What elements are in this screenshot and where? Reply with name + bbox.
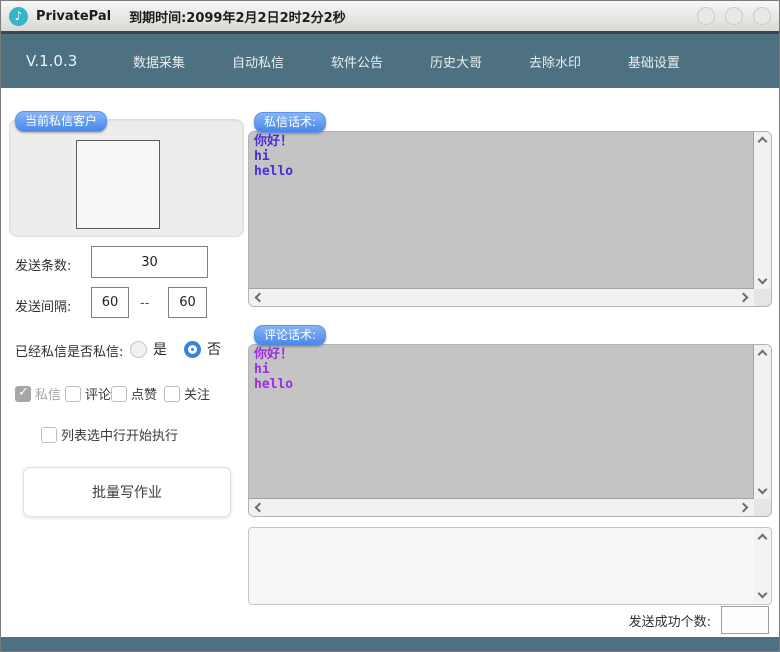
app-title: PrivatePal [36,9,111,24]
dm-script-box: 你好！ hi hello [248,131,772,307]
checkbox-dm-label: 私信 [35,384,61,403]
main-content: 当前私信客户 发送条数: 30 发送间隔: 60 -- 60 已经私信是否私信:… [1,88,779,637]
checkbox-comment-box[interactable] [65,386,81,402]
send-count-label: 发送条数: [15,255,71,274]
checkbox-follow[interactable]: 关注 [164,384,210,403]
footer-bar [1,637,779,651]
nav-item-auto-dm[interactable]: 自动私信 [230,48,286,75]
checkbox-like[interactable]: 点赞 [111,384,157,403]
nav-item-basic-settings[interactable]: 基础设置 [626,48,682,75]
scroll-up-icon[interactable] [757,534,767,544]
checkbox-follow-box[interactable] [164,386,180,402]
success-count-row: 发送成功个数: [629,606,769,634]
radio-no-circle[interactable] [184,341,201,358]
radio-no-label: 否 [207,339,221,359]
checkbox-comment-label: 评论 [85,384,111,403]
checkbox-row-start[interactable]: 列表选中行开始执行 [41,425,178,444]
scroll-down-icon[interactable] [758,485,768,495]
checkbox-like-box[interactable] [111,386,127,402]
version-label: V.1.0.3 [26,34,77,88]
dm-script-label: 私信话术: [254,112,326,133]
nav-item-data-collection[interactable]: 数据采集 [131,48,187,75]
interval-to-input[interactable]: 60 [168,287,207,318]
dm-script-vertical-scrollbar[interactable] [754,132,771,289]
scroll-up-icon[interactable] [758,350,768,360]
music-note-icon: ♪ [9,7,28,26]
checkbox-dm[interactable]: 私信 [15,384,61,403]
comment-script-text[interactable]: 你好！ hi hello [249,345,754,499]
scrollbar-corner [754,499,771,516]
comment-script-vertical-scrollbar[interactable] [754,345,771,499]
checkbox-comment[interactable]: 评论 [65,384,111,403]
current-client-label: 当前私信客户 [15,111,107,132]
client-avatar [76,140,160,229]
interval-separator: -- [140,296,149,311]
window-controls [697,7,771,25]
comment-script-horizontal-scrollbar[interactable] [249,499,754,516]
app-window: ♪ PrivatePal 到期时间:2099年2月2日2时2分2秒 V.1.0.… [0,0,780,652]
dm-script-horizontal-scrollbar[interactable] [249,289,754,306]
radio-yes[interactable]: 是 [130,339,167,359]
success-count-label: 发送成功个数: [629,611,711,630]
nav-item-announcements[interactable]: 软件公告 [329,48,385,75]
checkbox-row-start-label: 列表选中行开始执行 [61,425,178,444]
scroll-left-icon[interactable] [255,503,265,513]
checkbox-like-label: 点赞 [131,384,157,403]
scroll-right-icon[interactable] [739,293,749,303]
radio-no[interactable]: 否 [184,339,221,359]
checkbox-follow-label: 关注 [184,384,210,403]
already-messaged-label: 已经私信是否私信: [15,341,123,360]
success-count-input[interactable] [721,606,769,634]
radio-yes-circle[interactable] [130,341,147,358]
maximize-button[interactable] [725,7,743,25]
batch-write-button[interactable]: 批量写作业 [23,467,231,517]
scroll-right-icon[interactable] [739,503,749,513]
minimize-button[interactable] [697,7,715,25]
comment-script-label: 评论话术: [254,325,326,346]
scroll-down-icon[interactable] [758,275,768,285]
interval-from-input[interactable]: 60 [91,287,129,318]
send-count-input[interactable]: 30 [91,246,208,278]
log-vertical-scrollbar[interactable] [754,529,770,603]
send-interval-label: 发送间隔: [15,296,71,315]
nav-item-watermark-removal[interactable]: 去除水印 [527,48,583,75]
scrollbar-corner [754,289,771,306]
radio-yes-label: 是 [153,339,167,359]
close-button[interactable] [753,7,771,25]
checkbox-dm-box[interactable] [15,386,31,402]
scroll-down-icon[interactable] [757,589,767,599]
log-box [248,527,772,605]
scroll-up-icon[interactable] [758,137,768,147]
log-text [253,530,749,602]
nav-bar: V.1.0.3 数据采集 自动私信 软件公告 历史大哥 去除水印 基础设置 [1,34,779,88]
checkbox-row-start-box[interactable] [41,427,57,443]
nav-menu: 数据采集 自动私信 软件公告 历史大哥 去除水印 基础设置 [131,34,682,88]
scroll-left-icon[interactable] [255,293,265,303]
nav-item-history[interactable]: 历史大哥 [428,48,484,75]
title-bar: ♪ PrivatePal 到期时间:2099年2月2日2时2分2秒 [1,1,779,31]
dm-script-text[interactable]: 你好！ hi hello [249,132,754,289]
comment-script-box: 你好！ hi hello [248,344,772,517]
expiry-time-text: 到期时间:2099年2月2日2时2分2秒 [129,7,346,26]
